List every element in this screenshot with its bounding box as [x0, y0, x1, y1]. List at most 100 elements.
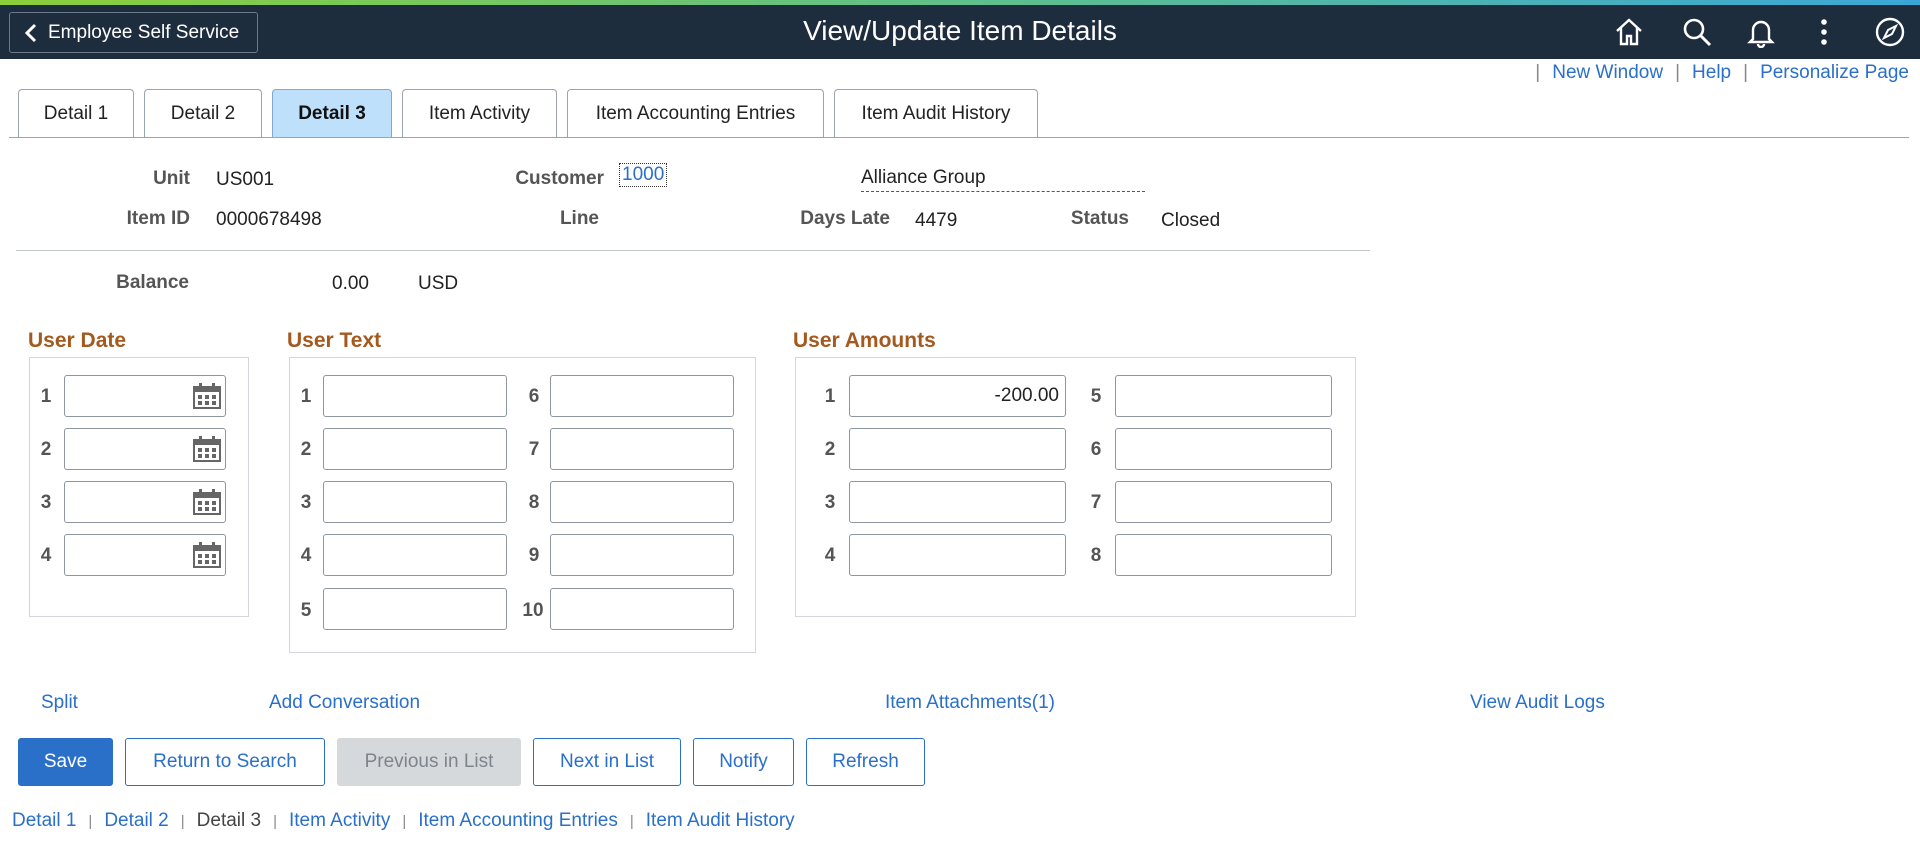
user-amount-num: 7 — [1090, 492, 1102, 513]
user-text-2-field[interactable] — [323, 428, 507, 470]
user-text-9-field[interactable] — [550, 534, 734, 576]
user-amounts-title: User Amounts — [793, 329, 936, 352]
user-amount-1-field[interactable]: -200.00 — [849, 375, 1066, 417]
tab-underline — [9, 137, 1909, 138]
user-text-num: 1 — [300, 386, 312, 407]
back-button-label: Employee Self Service — [48, 21, 240, 43]
add-conversation-link[interactable]: Add Conversation — [269, 692, 420, 714]
calendar-icon[interactable] — [192, 435, 222, 463]
user-text-10-field[interactable] — [550, 588, 734, 630]
user-amount-5-field[interactable] — [1115, 375, 1332, 417]
tab-item-activity[interactable]: Item Activity — [402, 89, 557, 137]
separator: | — [180, 812, 185, 830]
user-amount-8-field[interactable] — [1115, 534, 1332, 576]
user-date-num: 2 — [40, 439, 52, 460]
new-window-link[interactable]: New Window — [1552, 62, 1663, 84]
bell-icon[interactable] — [1743, 14, 1779, 50]
user-text-3-field[interactable] — [323, 481, 507, 523]
view-audit-logs-link[interactable]: View Audit Logs — [1470, 692, 1605, 714]
separator: | — [88, 812, 93, 830]
customer-label: Customer — [515, 168, 604, 189]
user-text-num: 2 — [300, 439, 312, 460]
return-to-search-button[interactable]: Return to Search — [125, 738, 325, 786]
tab-item-accounting-entries[interactable]: Item Accounting Entries — [567, 89, 824, 137]
back-button[interactable]: Employee Self Service — [9, 12, 258, 53]
next-in-list-button[interactable]: Next in List — [533, 738, 681, 786]
bottom-nav-item-audit-history[interactable]: Item Audit History — [646, 810, 795, 832]
user-text-7-field[interactable] — [550, 428, 734, 470]
user-amount-num: 5 — [1090, 386, 1102, 407]
separator: | — [1743, 62, 1749, 83]
user-date-num: 4 — [40, 545, 52, 566]
user-text-num: 9 — [528, 545, 540, 566]
personalize-page-link[interactable]: Personalize Page — [1760, 62, 1909, 84]
separator: | — [1535, 62, 1541, 83]
bottom-nav-detail-2[interactable]: Detail 2 — [104, 810, 168, 832]
currency-value: USD — [418, 273, 459, 294]
balance-value: 0.00 — [332, 273, 369, 294]
navbar-icon[interactable] — [1872, 14, 1908, 50]
user-text-num: 4 — [300, 545, 312, 566]
item-attachments-link[interactable]: Item Attachments(1) — [885, 692, 1055, 714]
app-header: Employee Self Service View/Update Item D… — [0, 5, 1920, 59]
user-text-num: 6 — [528, 386, 540, 407]
user-amount-3-field[interactable] — [849, 481, 1066, 523]
user-amount-4-field[interactable] — [849, 534, 1066, 576]
separator: | — [402, 812, 407, 830]
home-icon[interactable] — [1611, 14, 1647, 50]
search-icon[interactable] — [1679, 14, 1715, 50]
customer-name: Alliance Group — [861, 167, 1145, 192]
user-text-num: 8 — [528, 492, 540, 513]
user-text-6-field[interactable] — [550, 375, 734, 417]
chevron-left-icon — [24, 23, 37, 42]
calendar-icon[interactable] — [192, 541, 222, 569]
bottom-nav-item-activity[interactable]: Item Activity — [289, 810, 390, 832]
user-amount-2-field[interactable] — [849, 428, 1066, 470]
notify-button[interactable]: Notify — [693, 738, 794, 786]
days-late-value: 4479 — [915, 210, 958, 231]
user-text-5-field[interactable] — [323, 588, 507, 630]
bottom-nav-detail-3: Detail 3 — [196, 810, 262, 831]
user-date-title: User Date — [28, 329, 127, 352]
user-amount-num: 8 — [1090, 545, 1102, 566]
user-text-num: 5 — [300, 600, 312, 621]
line-label: Line — [559, 208, 599, 229]
tab-detail-1[interactable]: Detail 1 — [18, 89, 134, 137]
split-link[interactable]: Split — [41, 692, 78, 714]
bottom-page-nav: Detail 1 | Detail 2 | Detail 3 | Item Ac… — [12, 810, 795, 832]
tab-detail-3[interactable]: Detail 3 — [272, 89, 392, 137]
tab-detail-2[interactable]: Detail 2 — [144, 89, 262, 137]
bottom-nav-detail-1[interactable]: Detail 1 — [12, 810, 76, 832]
user-text-8-field[interactable] — [550, 481, 734, 523]
calendar-icon[interactable] — [192, 488, 222, 516]
tab-item-audit-history[interactable]: Item Audit History — [834, 89, 1038, 137]
user-amount-num: 3 — [824, 492, 836, 513]
user-amount-num: 2 — [824, 439, 836, 460]
user-amount-num: 1 — [824, 386, 836, 407]
user-text-num: 10 — [522, 600, 544, 621]
user-amount-6-field[interactable] — [1115, 428, 1332, 470]
more-icon[interactable] — [1806, 14, 1842, 50]
divider — [16, 250, 1370, 251]
customer-id-link[interactable]: 1000 — [619, 163, 668, 187]
user-text-title: User Text — [287, 329, 382, 352]
item-id-value: 0000678498 — [216, 209, 322, 230]
unit-value: US001 — [216, 169, 275, 190]
user-amount-7-field[interactable] — [1115, 481, 1332, 523]
top-links: | New Window | Help | Personalize Page — [1535, 62, 1909, 84]
calendar-icon[interactable] — [192, 382, 222, 410]
tab-bar: Detail 1 Detail 2 Detail 3 Item Activity… — [18, 89, 1038, 137]
bottom-nav-item-accounting-entries[interactable]: Item Accounting Entries — [418, 810, 618, 832]
user-text-4-field[interactable] — [323, 534, 507, 576]
separator: | — [273, 812, 277, 830]
user-text-1-field[interactable] — [323, 375, 507, 417]
refresh-button[interactable]: Refresh — [806, 738, 925, 786]
separator: | — [629, 812, 634, 830]
user-amount-num: 4 — [824, 545, 836, 566]
days-late-label: Days Late — [800, 208, 890, 229]
save-button[interactable]: Save — [18, 738, 113, 786]
help-link[interactable]: Help — [1692, 62, 1731, 84]
status-label: Status — [1070, 208, 1129, 229]
status-value: Closed — [1161, 210, 1221, 231]
balance-label: Balance — [116, 272, 189, 293]
